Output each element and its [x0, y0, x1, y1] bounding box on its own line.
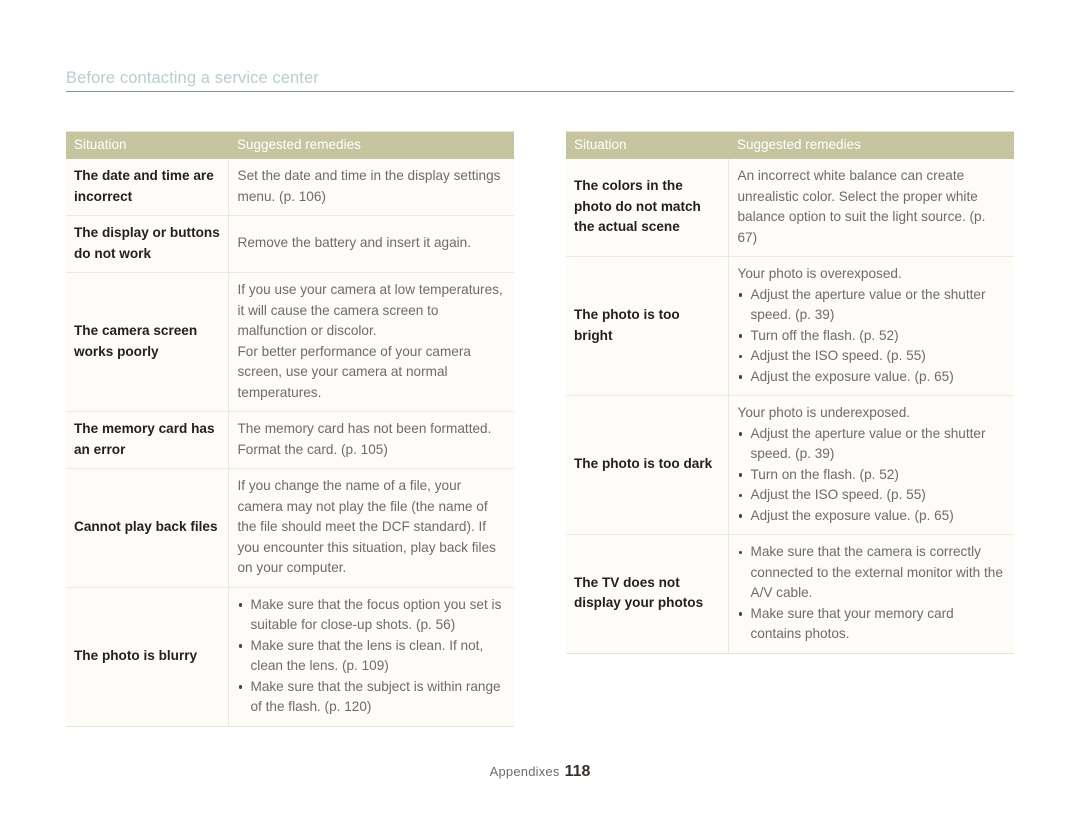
remedy-bullet-item: Adjust the ISO speed. (p. 55): [738, 485, 1007, 506]
remedy-paragraph: Set the date and time in the display set…: [237, 168, 501, 204]
table-body: The date and time are incorrect Set the d…: [66, 159, 514, 726]
remedy-bullet-item: Adjust the exposure value. (p. 65): [738, 367, 1007, 388]
table-row: The photo is too bright Your photo is ove…: [566, 256, 1014, 396]
remedy-bullet-item: Turn off the flash. (p. 52): [738, 326, 1007, 347]
table-row: The photo is too dark Your photo is under…: [566, 395, 1014, 535]
table-body: The colors in the photo do not match the…: [566, 159, 1014, 653]
remedy-cell: Make sure that the camera is correctly c…: [728, 534, 1014, 653]
troubleshooting-table-right: Situation Suggested remedies The colors …: [566, 131, 1014, 654]
situation-cell: The photo is blurry: [66, 586, 229, 726]
table-row: The photo is blurry Make sure that the fo…: [66, 586, 514, 726]
remedy-bullet-item: Turn on the flash. (p. 52): [738, 465, 1007, 486]
remedy-bullet-item: Make sure that the subject is within ran…: [238, 677, 507, 718]
remedy-bullet-item: Make sure that the camera is correctly c…: [738, 542, 1007, 604]
remedy-cell: If you change the name of a file, your c…: [228, 468, 514, 587]
remedy-bullet-list: Make sure that the camera is correctly c…: [738, 542, 1007, 645]
remedy-cell: Set the date and time in the display set…: [228, 159, 514, 216]
situation-cell: The photo is too dark: [566, 395, 729, 535]
remedy-cell: Your photo is overexposed. Adjust the ape…: [728, 256, 1014, 396]
page-title: Before contacting a service center: [66, 69, 319, 87]
situation-cell: The display or buttons do not work: [66, 215, 229, 273]
remedy-cell: An incorrect white balance can create un…: [728, 159, 1014, 257]
situation-cell: The colors in the photo do not match the…: [566, 159, 729, 257]
remedy-bullet-list: Make sure that the focus option you set …: [238, 595, 507, 718]
table-header-row: Situation Suggested remedies: [66, 131, 514, 159]
remedy-bullet-item: Make sure that the lens is clean. If not…: [238, 636, 507, 677]
table-row: The memory card has an error The memory c…: [66, 411, 514, 469]
remedy-bullet-item: Make sure that your memory card contains…: [738, 604, 1007, 645]
table-row: The camera screen works poorly If you use…: [66, 272, 514, 412]
remedy-paragraph: If you change the name of a file, your c…: [237, 478, 496, 575]
situation-cell: The date and time are incorrect: [66, 159, 229, 216]
table-row: The date and time are incorrect Set the d…: [66, 159, 514, 216]
column-header-situation: Situation: [66, 131, 228, 159]
remedy-lead-text: Your photo is overexposed.: [737, 266, 902, 281]
remedy-paragraph: The memory card has not been formatted. …: [237, 421, 492, 457]
remedy-bullet-list: Adjust the aperture value or the shutter…: [738, 285, 1007, 388]
column-header-remedies: Suggested remedies: [228, 131, 514, 159]
remedy-cell: Your photo is underexposed. Adjust the ap…: [728, 395, 1014, 535]
situation-cell: Cannot play back files: [66, 468, 229, 587]
column-header-remedies: Suggested remedies: [728, 131, 1014, 159]
remedy-bullet-item: Adjust the aperture value or the shutter…: [738, 424, 1007, 465]
table-header-row: Situation Suggested remedies: [566, 131, 1014, 159]
remedy-cell: The memory card has not been formatted. …: [228, 411, 514, 469]
table-row: Cannot play back files If you change the …: [66, 468, 514, 587]
remedy-paragraph: An incorrect white balance can create un…: [737, 168, 986, 245]
remedy-bullet-list: Adjust the aperture value or the shutter…: [738, 424, 1007, 527]
remedy-paragraph: For better performance of your camera sc…: [237, 343, 471, 400]
remedy-cell: Make sure that the focus option you set …: [228, 586, 514, 726]
remedy-bullet-item: Make sure that the focus option you set …: [238, 595, 507, 636]
remedy-bullet-item: Adjust the ISO speed. (p. 55): [738, 346, 1007, 367]
remedy-paragraph: If you use your camera at low temperatur…: [237, 282, 503, 338]
remedy-cell: Remove the battery and insert it again.: [228, 215, 514, 273]
column-header-situation: Situation: [566, 131, 728, 159]
situation-cell: The photo is too bright: [566, 256, 729, 396]
page-footer: Appendixes 118: [0, 763, 1080, 781]
situation-cell: The camera screen works poorly: [66, 272, 229, 412]
remedy-bullet-item: Adjust the aperture value or the shutter…: [738, 285, 1007, 326]
troubleshooting-table-left: Situation Suggested remedies The date an…: [66, 131, 514, 727]
footer-section-label: Appendixes: [489, 764, 560, 779]
table-row: The TV does not display your photos Make …: [566, 534, 1014, 653]
remedy-cell: If you use your camera at low temperatur…: [228, 272, 514, 412]
table-row: The colors in the photo do not match the…: [566, 159, 1014, 257]
header-rule: [66, 91, 1014, 92]
situation-cell: The memory card has an error: [66, 411, 229, 469]
situation-cell: The TV does not display your photos: [566, 534, 729, 653]
footer-page-number: 118: [564, 763, 591, 780]
remedy-lead-text: Your photo is underexposed.: [737, 405, 911, 420]
table-row: The display or buttons do not work Remove…: [66, 215, 514, 273]
remedy-paragraph: Remove the battery and insert it again.: [237, 235, 472, 251]
page-header: Before contacting a service center: [66, 68, 1014, 92]
remedy-bullet-item: Adjust the exposure value. (p. 65): [738, 506, 1007, 527]
